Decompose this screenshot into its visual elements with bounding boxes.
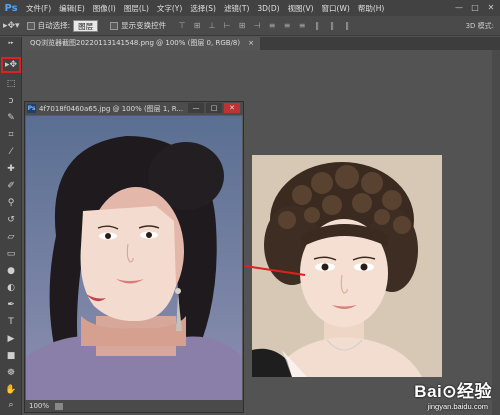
- menu-help[interactable]: 帮助(H): [354, 3, 389, 14]
- zoom-level[interactable]: 100%: [29, 402, 49, 410]
- menu-bar: Ps 文件(F) 编辑(E) 图像(I) 图层(L) 文字(Y) 选择(S) 滤…: [0, 0, 500, 16]
- minimize-button[interactable]: —: [452, 1, 466, 13]
- show-transform-checkbox[interactable]: [110, 21, 119, 30]
- document-tab[interactable]: QQ浏览器截图20220113141548.png @ 100% (图层 0, …: [22, 37, 260, 50]
- brush-tool-icon[interactable]: ✐: [3, 179, 19, 193]
- long-hair-woman-photo: [26, 116, 242, 400]
- floating-window-canvas[interactable]: [26, 116, 242, 400]
- move-tool-icon[interactable]: ▸✥: [1, 57, 21, 73]
- floating-window-title: 4f7018f0460a65.jpg @ 100% (图层 1, R...: [39, 104, 184, 113]
- float-close-icon[interactable]: ✕: [224, 103, 240, 113]
- eraser-tool-icon[interactable]: ▱: [3, 230, 19, 244]
- float-maximize-icon[interactable]: □: [206, 103, 222, 113]
- menu-filter[interactable]: 滤镜(T): [220, 3, 253, 14]
- zoom-tool-icon[interactable]: ⌕: [3, 398, 19, 412]
- path-selection-tool-icon[interactable]: ▶: [3, 332, 19, 346]
- align-right-icon[interactable]: ⊣: [251, 20, 263, 32]
- align-vcenter-icon[interactable]: ⊞: [191, 20, 203, 32]
- blur-tool-icon[interactable]: ●: [3, 264, 19, 278]
- floating-window-statusbar: 100%: [25, 400, 243, 412]
- status-info-icon[interactable]: [55, 402, 64, 410]
- distribute-left-icon[interactable]: ‖: [311, 20, 323, 32]
- hand-tool-icon[interactable]: ✋: [3, 383, 19, 397]
- menu-3d[interactable]: 3D(D): [253, 4, 283, 13]
- align-hcenter-icon[interactable]: ⊞: [236, 20, 248, 32]
- auto-select-label: 自动选择:: [37, 21, 71, 30]
- lasso-tool-icon[interactable]: ↄ: [3, 94, 19, 108]
- floating-window-titlebar[interactable]: Ps 4f7018f0460a65.jpg @ 100% (图层 1, R...…: [25, 102, 243, 115]
- move-tool-preset-icon[interactable]: ▸✥▾: [0, 21, 23, 31]
- document-tab-title: QQ浏览器截图20220113141548.png @ 100% (图层 0, …: [30, 39, 241, 47]
- menu-type[interactable]: 文字(Y): [153, 3, 186, 14]
- 3d-mode-label: 3D 模式:: [465, 22, 494, 30]
- document-tab-close-icon[interactable]: ×: [248, 37, 254, 50]
- auto-select-checkbox[interactable]: [26, 21, 35, 30]
- window-controls: — □ ✕: [452, 1, 498, 13]
- marquee-tool-icon[interactable]: ⬚: [3, 77, 19, 91]
- menu-layer[interactable]: 图层(L): [120, 3, 153, 14]
- clone-stamp-tool-icon[interactable]: ⚲: [3, 196, 19, 210]
- show-transform-label: 显示变换控件: [121, 21, 167, 30]
- distribute-top-icon[interactable]: ≡: [266, 20, 278, 32]
- distribute-hcenter-icon[interactable]: ‖: [326, 20, 338, 32]
- quick-select-tool-icon[interactable]: ✎: [3, 111, 19, 125]
- options-bar: ▸✥▾ 自动选择: 图层 显示变换控件 ⊤ ⊞ ⊥ ⊢ ⊞ ⊣ ≡ ≡ ≡ ‖ …: [0, 16, 500, 36]
- main-vertical-scrollbar[interactable]: [492, 50, 500, 415]
- distribute-bottom-icon[interactable]: ≡: [296, 20, 308, 32]
- close-button[interactable]: ✕: [484, 1, 498, 13]
- menu-select[interactable]: 选择(S): [186, 3, 220, 14]
- baidu-watermark: Bai⊙经验 jingyan.baidu.com: [376, 377, 496, 413]
- toolbox: ▸▸ ▸✥ ⬚ ↄ ✎ ⌗ ⁄ ✚ ✐ ⚲ ↺ ▱ ▭ ● ◐ ✒ T ▶ ■ …: [0, 37, 22, 415]
- document-tab-bar: QQ浏览器截图20220113141548.png @ 100% (图层 0, …: [22, 37, 500, 50]
- shape-tool-icon[interactable]: ■: [3, 349, 19, 363]
- float-minimize-icon[interactable]: —: [188, 103, 204, 113]
- align-top-icon[interactable]: ⊤: [176, 20, 188, 32]
- floating-window-controls: — □ ✕: [188, 103, 240, 113]
- type-tool-icon[interactable]: T: [3, 315, 19, 329]
- menu-image[interactable]: 图像(I): [89, 3, 120, 14]
- menu-view[interactable]: 视图(V): [284, 3, 318, 14]
- dodge-tool-icon[interactable]: ◐: [3, 281, 19, 295]
- baidu-jingyan-logo: Bai⊙经验: [414, 382, 492, 401]
- floating-document-window[interactable]: Ps 4f7018f0460a65.jpg @ 100% (图层 1, R...…: [24, 101, 244, 413]
- 3d-rotate-tool-icon[interactable]: ☸: [3, 366, 19, 380]
- menu-window[interactable]: 窗口(W): [318, 3, 354, 14]
- auto-select-dropdown[interactable]: 图层: [73, 19, 99, 32]
- healing-brush-tool-icon[interactable]: ✚: [3, 162, 19, 176]
- watermark-url: jingyan.baidu.com: [427, 402, 488, 411]
- menu-edit[interactable]: 编辑(E): [55, 3, 89, 14]
- maximize-button[interactable]: □: [468, 1, 482, 13]
- pen-tool-icon[interactable]: ✒: [3, 298, 19, 312]
- menu-file[interactable]: 文件(F): [22, 3, 55, 14]
- document-ps-icon: Ps: [27, 104, 36, 113]
- eyedropper-tool-icon[interactable]: ⁄: [3, 145, 19, 159]
- align-left-icon[interactable]: ⊢: [221, 20, 233, 32]
- history-brush-tool-icon[interactable]: ↺: [3, 213, 19, 227]
- crop-tool-icon[interactable]: ⌗: [3, 128, 19, 142]
- toolbox-grip-icon[interactable]: ▸▸: [5, 40, 17, 46]
- align-controls: ⊤ ⊞ ⊥ ⊢ ⊞ ⊣ ≡ ≡ ≡ ‖ ‖ ‖: [176, 20, 353, 32]
- gradient-tool-icon[interactable]: ▭: [3, 247, 19, 261]
- align-bottom-icon[interactable]: ⊥: [206, 20, 218, 32]
- distribute-vcenter-icon[interactable]: ≡: [281, 20, 293, 32]
- distribute-right-icon[interactable]: ‖: [341, 20, 353, 32]
- photoshop-logo[interactable]: Ps: [0, 0, 22, 16]
